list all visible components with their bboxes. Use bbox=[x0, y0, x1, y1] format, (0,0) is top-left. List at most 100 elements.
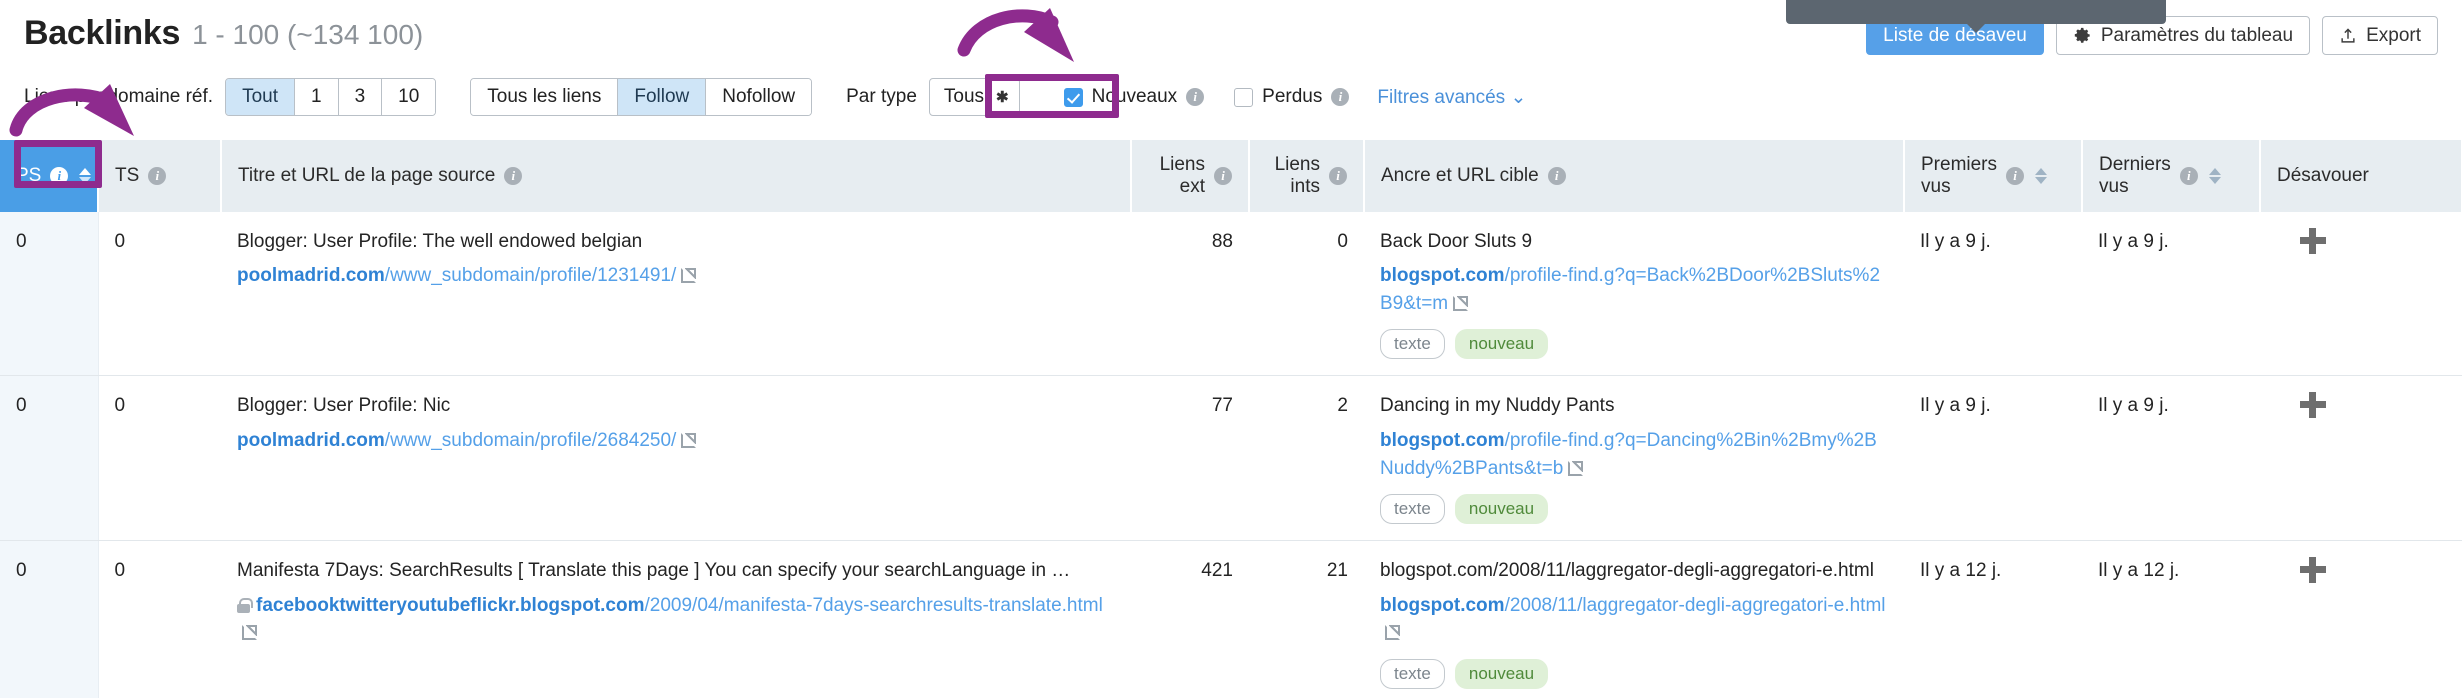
table-row: 0 0 Blogger: User Profile: Nic poolmadri… bbox=[0, 375, 2462, 542]
external-link-icon[interactable] bbox=[681, 432, 697, 448]
info-icon[interactable]: i bbox=[50, 166, 69, 185]
cell-first-seen: Il y a 12 j. bbox=[1904, 540, 2082, 698]
source-url[interactable]: facebooktwitteryoutubeflickr.blogspot.co… bbox=[237, 592, 1115, 647]
info-icon[interactable]: i bbox=[2179, 166, 2198, 185]
links-per-domain-option-3[interactable]: 3 bbox=[338, 79, 383, 115]
links-per-domain-label: Liens par domaine réf. bbox=[24, 86, 214, 107]
target-domain: blogspot.com bbox=[1380, 594, 1505, 616]
toolbar: Backlinks 1 - 100 (~134 100) Liste de dé… bbox=[0, 0, 2462, 140]
follow-option-nofollow[interactable]: Nofollow bbox=[706, 79, 812, 115]
type-filter-select[interactable]: Tous ✱ bbox=[928, 78, 1020, 116]
external-link-icon[interactable] bbox=[242, 625, 257, 641]
cell-source: Blogger: User Profile: The well endowed … bbox=[221, 211, 1131, 377]
column-header-first-seen-label-line1: Premiers bbox=[1921, 154, 1998, 175]
source-domain: poolmadrid.com bbox=[237, 429, 385, 451]
info-icon[interactable]: i bbox=[1186, 88, 1205, 106]
source-title: Manifesta 7Days: SearchResults [ Transla… bbox=[237, 560, 1071, 582]
cell-disavow bbox=[2260, 211, 2462, 377]
anchor-text: Back Door Sluts 9 bbox=[1380, 230, 1533, 252]
column-header-disavow-label: Désavouer bbox=[2277, 164, 2369, 186]
lost-links-checkbox[interactable]: Perdus i bbox=[1234, 86, 1350, 108]
info-icon[interactable]: i bbox=[504, 166, 523, 185]
chevron-down-icon: ⌄ bbox=[1510, 86, 1527, 108]
source-domain: poolmadrid.com bbox=[237, 265, 385, 287]
cell-first-seen: Il y a 9 j. bbox=[1904, 211, 2082, 377]
links-per-domain-option-tout[interactable]: Tout bbox=[226, 79, 295, 115]
cell-ts: 0 bbox=[98, 211, 221, 377]
new-links-checkbox-box[interactable] bbox=[1063, 87, 1083, 107]
cell-first-seen: Il y a 9 j. bbox=[1904, 375, 2082, 542]
target-url[interactable]: blogspot.com/profile-find.g?q=Back%2BDoo… bbox=[1380, 262, 1888, 317]
column-header-first-seen[interactable]: Premiers vus i bbox=[1904, 140, 2083, 212]
sort-arrows-icon[interactable] bbox=[79, 167, 92, 184]
anchor-badges: texte nouveau bbox=[1380, 329, 1888, 360]
type-filter-label: Par type bbox=[846, 86, 917, 107]
source-path: /www_subdomain/profile/2684250/ bbox=[384, 429, 677, 451]
cell-ts: 0 bbox=[98, 540, 221, 698]
anchor-badges: texte nouveau bbox=[1380, 494, 1888, 525]
cell-int-links: 2 bbox=[1249, 375, 1364, 542]
result-range-count: 1 - 100 (~134 100) bbox=[192, 19, 424, 50]
column-header-ext-links[interactable]: Liens ext i bbox=[1131, 140, 1250, 212]
info-icon[interactable]: i bbox=[2006, 166, 2025, 185]
target-url[interactable]: blogspot.com/profile-find.g?q=Dancing%2B… bbox=[1380, 427, 1888, 482]
cell-last-seen: Il y a 9 j. bbox=[2082, 375, 2260, 542]
target-domain: blogspot.com bbox=[1380, 265, 1505, 287]
cell-int-links: 0 bbox=[1249, 211, 1364, 377]
column-header-ps-label: PS bbox=[16, 164, 42, 186]
table-row: 0 0 Manifesta 7Days: SearchResults [ Tra… bbox=[0, 540, 2462, 698]
links-per-domain-option-1[interactable]: 1 bbox=[294, 79, 339, 115]
backlinks-report-page: Backlinks 1 - 100 (~134 100) Liste de dé… bbox=[0, 0, 2462, 698]
column-header-ext-links-label-line1: Liens bbox=[1159, 154, 1205, 175]
chevron-down-icon: ✱ bbox=[996, 89, 1009, 106]
column-header-last-seen-label-line1: Derniers bbox=[2099, 154, 2171, 175]
plus-icon[interactable] bbox=[2300, 227, 2326, 254]
cell-source: Blogger: User Profile: Nic poolmadrid.co… bbox=[221, 375, 1131, 542]
anchor-badges: texte nouveau bbox=[1380, 658, 1888, 689]
follow-option-follow[interactable]: Follow bbox=[618, 79, 707, 115]
column-header-int-links-label-line1: Liens bbox=[1274, 154, 1320, 175]
column-header-ps[interactable]: PS i bbox=[0, 140, 99, 212]
column-header-ts[interactable]: TS i bbox=[98, 140, 222, 212]
follow-option-all[interactable]: Tous les liens bbox=[471, 79, 619, 115]
advanced-filters-link[interactable]: Filtres avancés ⌄ bbox=[1377, 86, 1526, 109]
column-header-ext-links-label-line2: ext bbox=[1179, 175, 1205, 197]
column-header-source-label: Titre et URL de la page source bbox=[238, 164, 496, 186]
lost-links-label: Perdus bbox=[1262, 86, 1323, 107]
source-url[interactable]: poolmadrid.com/www_subdomain/profile/268… bbox=[237, 427, 1115, 455]
column-header-anchor[interactable]: Ancre et URL cible i bbox=[1364, 140, 1905, 212]
cell-ps: 0 bbox=[0, 211, 99, 377]
cell-last-seen: Il y a 9 j. bbox=[2082, 211, 2260, 377]
source-title: Blogger: User Profile: The well endowed … bbox=[237, 230, 643, 252]
target-domain: blogspot.com bbox=[1380, 429, 1505, 451]
plus-icon[interactable] bbox=[2300, 392, 2326, 419]
sort-arrows-icon[interactable] bbox=[2208, 167, 2221, 184]
links-per-domain-option-10[interactable]: 10 bbox=[382, 79, 436, 115]
export-button[interactable]: Export bbox=[2322, 16, 2438, 55]
column-header-last-seen[interactable]: Derniers vus i bbox=[2082, 140, 2261, 212]
lost-links-checkbox-box[interactable] bbox=[1234, 87, 1254, 107]
column-header-int-links-label-line2: ints bbox=[1290, 175, 1320, 197]
target-url[interactable]: blogspot.com/2008/11/laggregator-degli-a… bbox=[1380, 592, 1888, 647]
sort-arrows-icon[interactable] bbox=[2035, 167, 2048, 184]
external-link-icon[interactable] bbox=[681, 268, 697, 284]
cell-ext-links: 77 bbox=[1131, 375, 1249, 542]
info-icon[interactable]: i bbox=[1547, 166, 1566, 185]
info-icon[interactable]: i bbox=[1331, 88, 1350, 106]
external-link-icon[interactable] bbox=[1385, 625, 1400, 641]
info-icon[interactable]: i bbox=[148, 166, 167, 185]
plus-icon[interactable] bbox=[2300, 557, 2326, 584]
cell-source: Manifesta 7Days: SearchResults [ Transla… bbox=[221, 540, 1131, 698]
source-domain: facebooktwitteryoutubeflickr.blogspot.co… bbox=[256, 594, 645, 616]
external-link-icon[interactable] bbox=[1568, 460, 1584, 476]
info-icon[interactable]: i bbox=[1329, 166, 1347, 185]
links-per-domain-segmented[interactable]: Tout 1 3 10 bbox=[225, 78, 437, 116]
column-header-int-links[interactable]: Liens ints i bbox=[1249, 140, 1365, 212]
column-header-source[interactable]: Titre et URL de la page source i bbox=[221, 140, 1132, 212]
info-icon[interactable]: i bbox=[1214, 166, 1232, 185]
gear-icon bbox=[2073, 26, 2092, 45]
source-url[interactable]: poolmadrid.com/www_subdomain/profile/123… bbox=[237, 262, 1115, 290]
new-links-checkbox[interactable]: Nouveaux i bbox=[1054, 80, 1215, 114]
follow-type-segmented[interactable]: Tous les liens Follow Nofollow bbox=[470, 78, 813, 116]
external-link-icon[interactable] bbox=[1453, 295, 1469, 311]
